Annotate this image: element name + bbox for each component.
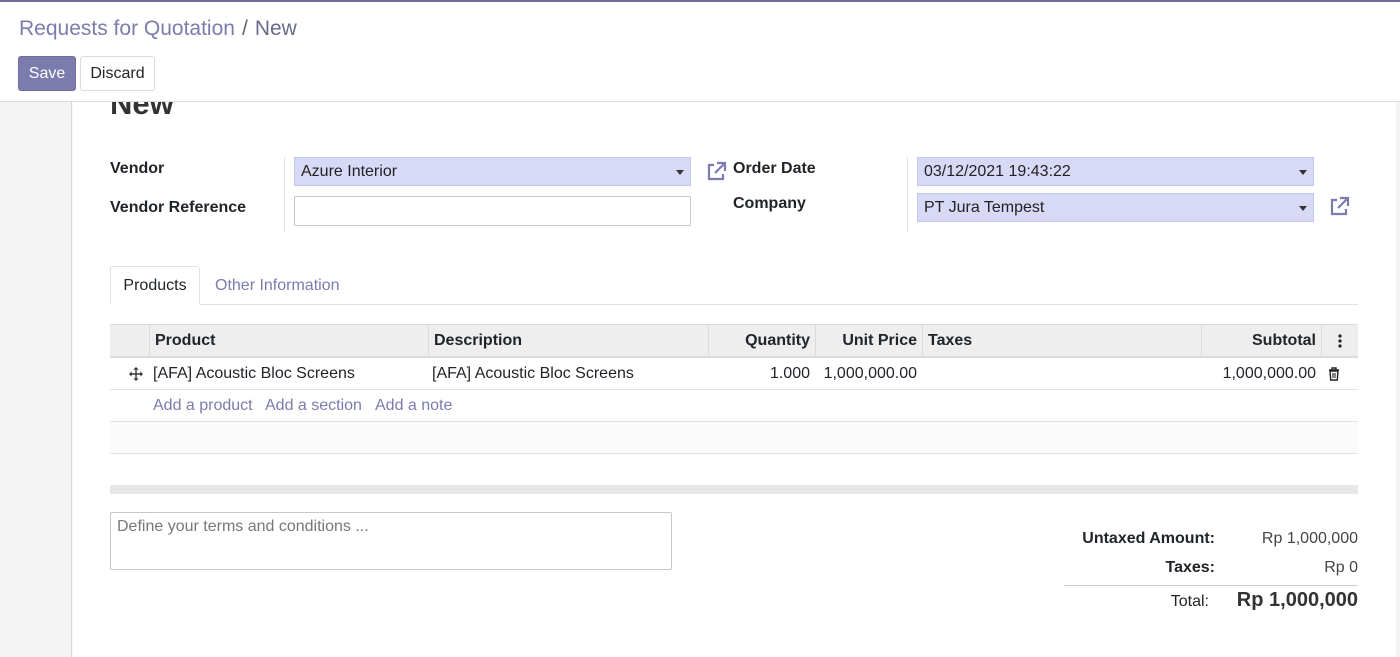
cell-taxes[interactable]: [922, 358, 1201, 390]
breadcrumb: Requests for Quotation / New: [19, 17, 297, 41]
company-select[interactable]: PT Jura Tempest: [917, 193, 1314, 222]
drag-handle[interactable]: [124, 358, 148, 390]
breadcrumb-current: New: [254, 17, 297, 40]
cell-product[interactable]: [AFA] Acoustic Bloc Screens: [148, 358, 428, 390]
empty-row: [110, 422, 1358, 454]
tab-other-information[interactable]: Other Information: [215, 266, 340, 305]
order-date-label: Order Date: [733, 160, 816, 177]
save-button[interactable]: Save: [18, 56, 76, 91]
table-header: Product Description Quantity Unit Price …: [110, 324, 1358, 358]
breadcrumb-separator: /: [241, 17, 248, 40]
trash-icon: [1329, 367, 1339, 381]
column-header-unit-price[interactable]: Unit Price: [815, 325, 922, 357]
drag-handle-icon: [129, 367, 143, 381]
column-options-button[interactable]: [1321, 325, 1358, 357]
order-lines-table: Product Description Quantity Unit Price …: [110, 324, 1358, 486]
chevron-down-icon: [1299, 170, 1307, 175]
vendor-select[interactable]: Azure Interior: [294, 157, 691, 186]
table-row[interactable]: [AFA] Acoustic Bloc Screens [AFA] Acoust…: [110, 358, 1358, 390]
company-label: Company: [733, 195, 806, 212]
empty-row: [110, 454, 1358, 486]
totals-divider: [1064, 585, 1358, 586]
order-date-value: 03/12/2021 19:43:22: [924, 162, 1071, 180]
column-header-taxes[interactable]: Taxes: [922, 325, 1201, 357]
external-link-icon[interactable]: [1327, 195, 1351, 219]
external-link-icon[interactable]: [704, 160, 728, 184]
table-footer: [110, 485, 1358, 494]
chevron-down-icon: [1299, 206, 1307, 211]
untaxed-amount-label: Untaxed Amount:: [1082, 530, 1215, 547]
vendor-reference-input[interactable]: [294, 196, 691, 226]
breadcrumb-parent[interactable]: Requests for Quotation: [19, 17, 235, 41]
column-header-quantity[interactable]: Quantity: [708, 325, 815, 357]
group-divider-right: [907, 157, 908, 232]
taxes-value: Rp 0: [1324, 559, 1358, 576]
cell-unit-price[interactable]: 1,000,000.00: [815, 358, 922, 390]
add-product-link[interactable]: Add a product: [153, 390, 253, 422]
background-left: [0, 102, 72, 657]
column-header-description[interactable]: Description: [428, 325, 708, 357]
page-title: New: [110, 102, 174, 121]
company-value: PT Jura Tempest: [924, 198, 1045, 216]
vendor-reference-label: Vendor Reference: [110, 199, 247, 216]
form-sheet: New Vendor Vendor Reference Azure Interi…: [73, 102, 1396, 657]
delete-line-button[interactable]: [1322, 358, 1346, 390]
add-section-link[interactable]: Add a section: [265, 390, 362, 422]
discard-button[interactable]: Discard: [80, 56, 155, 91]
add-line-row: Add a product Add a section Add a note: [110, 390, 1358, 422]
untaxed-amount-value: Rp 1,000,000: [1261, 530, 1358, 547]
total-value: Rp 1,000,000: [1236, 589, 1358, 611]
group-divider-left: [284, 157, 285, 232]
control-panel: Requests for Quotation / New Save Discar…: [0, 0, 1400, 102]
cell-quantity[interactable]: 1.000: [708, 358, 815, 390]
order-date-field[interactable]: 03/12/2021 19:43:22: [917, 157, 1314, 186]
cell-subtotal: 1,000,000.00: [1222, 365, 1316, 382]
vendor-value: Azure Interior: [301, 162, 398, 180]
tab-products[interactable]: Products: [110, 266, 200, 305]
terms-conditions-input[interactable]: Define your terms and conditions ...: [110, 512, 672, 570]
column-header-subtotal[interactable]: Subtotal: [1201, 325, 1321, 357]
vertical-dots-icon: [1338, 334, 1342, 348]
chevron-down-icon: [676, 170, 684, 175]
taxes-label: Taxes:: [1165, 559, 1215, 576]
vendor-label: Vendor: [110, 160, 165, 177]
cell-description[interactable]: [AFA] Acoustic Bloc Screens: [427, 358, 707, 390]
column-header-product[interactable]: Product: [149, 325, 428, 357]
background-right: [1396, 102, 1400, 657]
add-note-link[interactable]: Add a note: [375, 390, 452, 422]
